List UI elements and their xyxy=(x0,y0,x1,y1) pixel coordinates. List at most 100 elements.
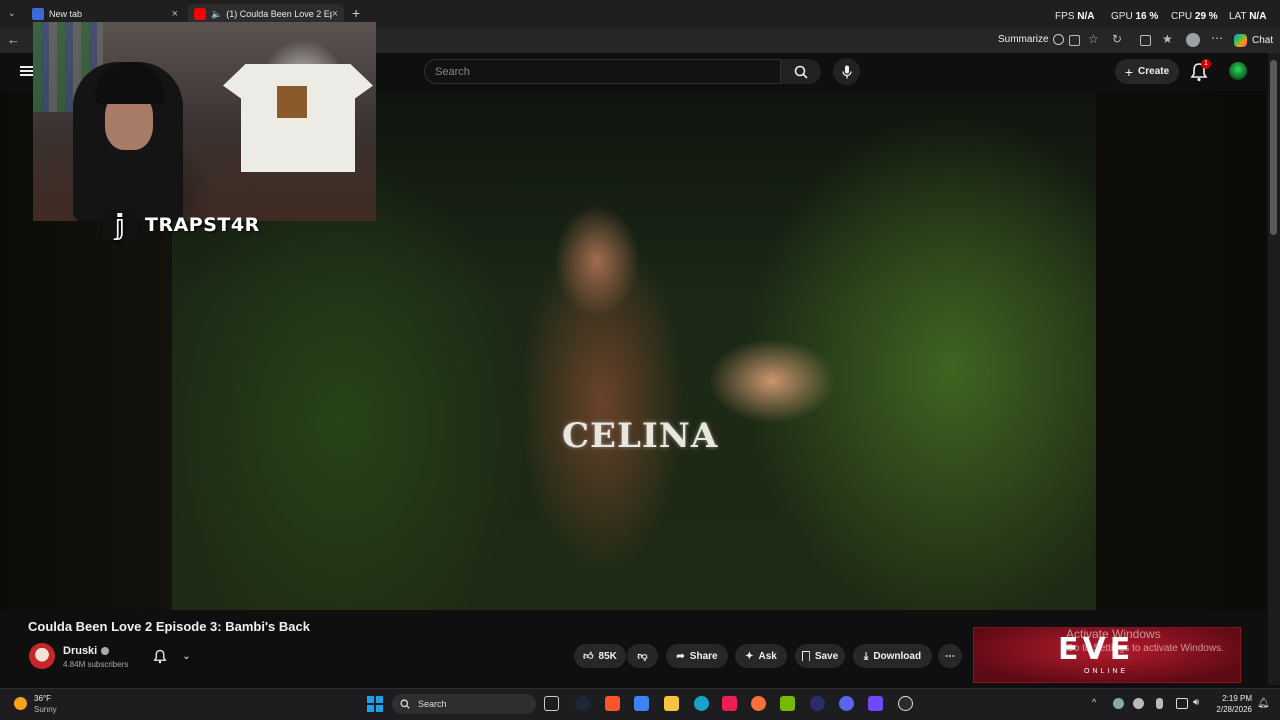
taskbar-search-label: Search xyxy=(418,699,447,709)
activate-windows-subtitle: Go to Settings to activate Windows. xyxy=(1066,643,1224,654)
channel-avatar[interactable] xyxy=(29,643,55,669)
streamer-handle: TRAPST4R xyxy=(145,214,260,236)
search-icon xyxy=(794,65,808,79)
sun-icon[interactable] xyxy=(14,697,27,710)
create-button[interactable]: + Create xyxy=(1115,59,1179,84)
like-count: 85K xyxy=(598,650,617,662)
firefox-icon[interactable] xyxy=(751,696,766,711)
refresh-icon[interactable]: ↻ xyxy=(1112,32,1122,46)
notepad-icon[interactable] xyxy=(634,696,649,711)
x-logo-icon: 𝕛 xyxy=(103,210,137,240)
channel-name[interactable]: Druski xyxy=(63,645,110,657)
download-label: Download xyxy=(873,650,922,662)
video-title: Coulda Been Love 2 Episode 3: Bambi's Ba… xyxy=(28,619,310,634)
search-input[interactable]: Search xyxy=(424,59,781,84)
account-avatar[interactable] xyxy=(1229,62,1247,80)
edge-browser-icon[interactable] xyxy=(694,696,709,711)
summarize-label: Summarize xyxy=(998,34,1049,45)
stat-label: FPS xyxy=(1055,11,1075,22)
voice-search-button[interactable] xyxy=(833,58,860,85)
like-button[interactable]: 👍︎ 85K xyxy=(574,644,626,668)
tab-title: New tab xyxy=(49,9,83,19)
more-actions-button[interactable]: ⋯ xyxy=(938,644,962,668)
back-arrow-icon[interactable]: ← xyxy=(7,32,20,47)
streamer-webcam-overlay xyxy=(33,22,376,221)
chat-label: Chat xyxy=(1252,35,1274,46)
more-menu-icon[interactable]: ⋯ xyxy=(1211,31,1223,45)
app-icon[interactable] xyxy=(810,696,825,711)
save-button[interactable]: Save xyxy=(795,644,845,668)
copilot-icon xyxy=(1052,34,1064,45)
ask-button[interactable]: ✦ Ask xyxy=(735,644,787,668)
tab-new-tab[interactable]: New tab × xyxy=(26,4,184,24)
calculator-icon[interactable] xyxy=(868,696,883,711)
stat-label: GPU xyxy=(1111,11,1133,22)
menu-icon[interactable] xyxy=(20,66,33,76)
network-tray-icon[interactable] xyxy=(1133,698,1144,709)
windows-start-icon[interactable] xyxy=(367,696,383,712)
brave-browser-icon[interactable] xyxy=(605,696,620,711)
tab-list-chevron-icon[interactable]: ⌄ xyxy=(8,8,18,18)
favorite-star-icon[interactable]: ☆ xyxy=(1088,32,1099,46)
chevron-up-icon[interactable]: ^ xyxy=(1092,697,1096,707)
weather-temperature[interactable]: 36°F xyxy=(34,694,51,703)
app-grid-icon[interactable] xyxy=(1069,35,1080,46)
sparkle-icon: ✦ xyxy=(745,650,754,662)
search-icon xyxy=(400,699,410,709)
subscription-notifications-button[interactable]: ⌄ xyxy=(146,644,198,669)
tshirt-graphic xyxy=(277,86,307,118)
profile-avatar[interactable] xyxy=(1186,33,1200,47)
discord-icon[interactable] xyxy=(839,696,854,711)
close-tab-icon[interactable]: × xyxy=(172,8,178,20)
search-button[interactable] xyxy=(781,59,821,84)
dislike-button[interactable]: 👎︎ xyxy=(627,644,658,668)
stat-label: CPU xyxy=(1171,11,1193,22)
bookmark-icon xyxy=(801,650,810,662)
file-explorer-icon[interactable] xyxy=(664,696,679,711)
new-tab-button[interactable]: + xyxy=(352,5,360,21)
speaker-tray-icon[interactable]: 🔊︎ xyxy=(1193,697,1199,708)
tab-youtube-video[interactable]: 🔈 (1) Coulda Been Love 2 Episode × xyxy=(188,4,344,24)
fps-stat: FPS N/A xyxy=(1055,11,1094,22)
chat-button[interactable]: Chat xyxy=(1234,34,1273,47)
more-dots-icon: ⋯ xyxy=(945,650,955,662)
ask-label: Ask xyxy=(758,650,777,662)
scrollbar-thumb[interactable] xyxy=(1270,60,1277,235)
share-button[interactable]: ➦ Share xyxy=(666,644,728,668)
thumbs-up-icon: 👍︎ xyxy=(583,651,594,662)
save-label: Save xyxy=(814,650,839,662)
summarize-button[interactable]: Summarize xyxy=(998,34,1064,45)
download-button[interactable]: ⤓ Download xyxy=(853,644,932,668)
extensions-icon[interactable] xyxy=(1140,35,1151,46)
clock-time: 2:19 PM xyxy=(1222,694,1252,703)
obs-icon[interactable] xyxy=(898,696,913,711)
new-tab-icon xyxy=(32,8,44,20)
steam-icon[interactable] xyxy=(575,696,590,711)
system-clock[interactable]: 2:19 PM 2/28/2026 xyxy=(1212,693,1252,715)
tiktok-icon[interactable] xyxy=(722,696,737,711)
microphone-tray-icon[interactable] xyxy=(1156,698,1163,709)
verified-badge-icon xyxy=(101,647,110,655)
bell-icon xyxy=(153,649,167,664)
favorites-icon[interactable]: ★ xyxy=(1162,32,1173,46)
share-label: Share xyxy=(689,650,718,662)
nvidia-icon[interactable] xyxy=(780,696,795,711)
taskbar-search[interactable]: Search xyxy=(392,694,536,714)
notification-center-icon[interactable]: 🔔︎ xyxy=(1257,698,1270,709)
copilot-chat-icon xyxy=(1234,34,1247,47)
activate-windows-title: Activate Windows xyxy=(1066,627,1161,641)
steam-tray-icon[interactable] xyxy=(1113,698,1124,709)
cpu-stat: CPU 29 % xyxy=(1171,11,1218,22)
weather-condition[interactable]: Sunny xyxy=(34,705,57,714)
tab-title: (1) Coulda Been Love 2 Episode xyxy=(226,9,331,19)
speaker-icon[interactable]: 🔈 xyxy=(211,9,222,20)
close-tab-icon[interactable]: × xyxy=(332,8,338,20)
download-icon: ⤓ xyxy=(863,650,869,662)
necklace-overlay-text: CELINA xyxy=(562,416,719,456)
wifi-icon[interactable] xyxy=(1176,698,1188,709)
task-view-icon[interactable] xyxy=(544,696,559,711)
chevron-down-icon: ⌄ xyxy=(182,651,191,662)
clock-date: 2/28/2026 xyxy=(1216,705,1252,714)
microphone-icon xyxy=(841,65,852,78)
stat-value: 16 % xyxy=(1135,11,1159,22)
